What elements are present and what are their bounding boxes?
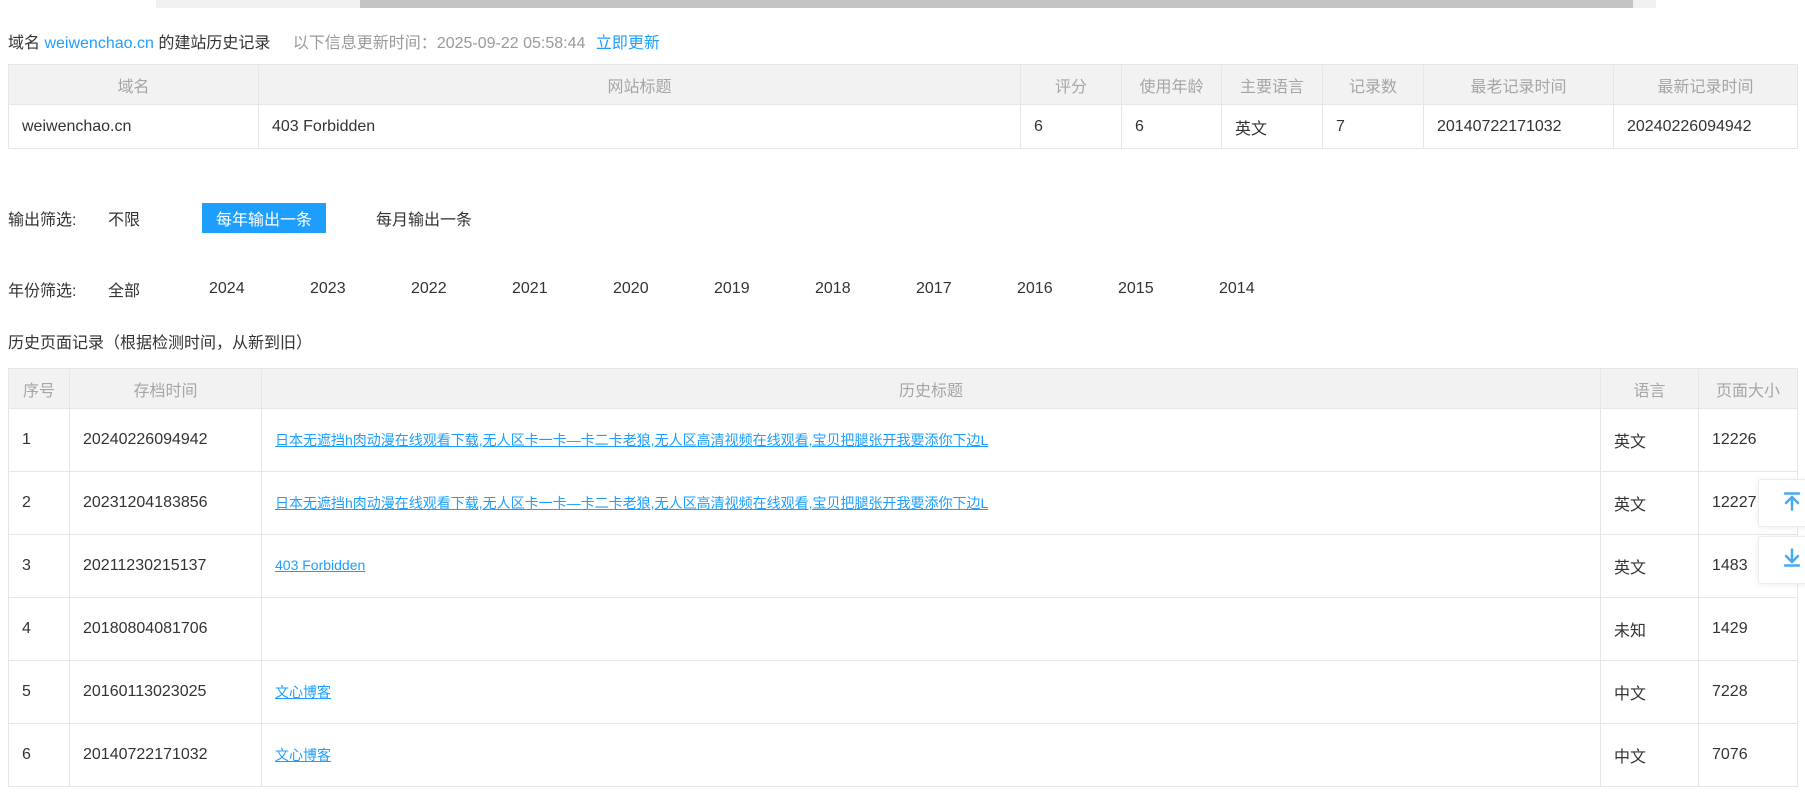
summary-oldest-record: 20140722171032 [1423,104,1614,149]
page-language: 未知 [1600,597,1699,661]
history-row: 3 20211230215137 403 Forbidden 英文 1483 [8,534,1798,598]
year-filter-label: 年份筛选: [8,283,77,300]
year-filter-option-2015[interactable]: 2015 [1118,280,1219,298]
summary-header-site-title: 网站标题 [258,64,1021,105]
scroll-to-top-button[interactable] [1758,479,1805,527]
archive-time: 20160113023025 [69,660,262,724]
update-time: 2025-09-22 05:58:44 [436,35,586,52]
summary-header-newest: 最新记录时间 [1613,64,1798,105]
year-filter-option-2016[interactable]: 2016 [1017,280,1118,298]
output-filter-option-unlimited[interactable]: 不限 [108,206,140,230]
history-row: 5 20160113023025 文心博客 中文 7228 [8,660,1798,724]
history-row: 4 20180804081706 未知 1429 [8,597,1798,661]
row-index: 5 [8,660,70,724]
summary-table: 域名 网站标题 评分 使用年龄 主要语言 记录数 最老记录时间 最新记录时间 w… [8,64,1798,149]
summary-header-language: 主要语言 [1221,64,1323,105]
summary-header-age: 使用年龄 [1121,64,1222,105]
row-index: 6 [8,723,70,787]
row-index: 3 [8,534,70,598]
output-filter-row: 输出筛选: 不限 每年输出一条 每月输出一条 [8,203,472,233]
year-filter-option-2019[interactable]: 2019 [714,280,815,298]
history-title-link[interactable]: 日本无遮挡h肉动漫在线观看下载,无人区卡一卡—卡二卡老狼,无人区高清视频在线观看… [275,495,988,511]
title-suffix: 的建站历史记录 [158,35,271,52]
summary-data-row: weiwenchao.cn 403 Forbidden 6 6 英文 7 201… [8,104,1798,149]
summary-score: 6 [1020,104,1122,149]
page-size: 12226 [1698,408,1798,472]
history-header-lang: 语言 [1600,368,1699,409]
output-filter-option-yearly[interactable]: 每年输出一条 [202,203,327,233]
page-language: 英文 [1600,534,1699,598]
year-filter-option-2018[interactable]: 2018 [815,280,916,298]
archive-time: 20140722171032 [69,723,262,787]
output-filter-option-monthly[interactable]: 每月输出一条 [376,206,472,230]
scroll-to-bottom-button[interactable] [1758,536,1805,584]
page-language: 中文 [1600,660,1699,724]
history-header-row: 序号 存档时间 历史标题 语言 页面大小 [8,368,1798,409]
page-title: 域名 weiwenchao.cn 的建站历史记录 以下信息更新时间：2025-0… [8,29,660,53]
history-header-index: 序号 [8,368,70,409]
row-index: 2 [8,471,70,535]
history-heading: 历史页面记录（根据检测时间，从新到旧） [8,335,313,352]
summary-header-record-count: 记录数 [1322,64,1424,105]
year-filter-option-2017[interactable]: 2017 [916,280,1017,298]
output-filter-label: 输出筛选: [8,212,77,229]
summary-header-row: 域名 网站标题 评分 使用年龄 主要语言 记录数 最老记录时间 最新记录时间 [8,64,1798,105]
history-row: 6 20140722171032 文心博客 中文 7076 [8,723,1798,787]
summary-age: 6 [1121,104,1222,149]
history-header-size: 页面大小 [1698,368,1798,409]
summary-record-count: 7 [1322,104,1424,149]
year-filter-option-all[interactable]: 全部 [108,277,209,301]
page-size: 7076 [1698,723,1798,787]
history-row: 1 20240226094942 日本无遮挡h肉动漫在线观看下载,无人区卡一卡—… [8,408,1798,472]
history-title-link[interactable]: 文心博客 [275,684,331,700]
summary-newest-record: 20240226094942 [1613,104,1798,149]
domain-history-page: { "colors": { "accent": "#1E9FFF", "link… [0,0,1805,799]
summary-header-domain: 域名 [8,64,259,105]
row-index: 4 [8,597,70,661]
history-table: 序号 存档时间 历史标题 语言 页面大小 1 20240226094942 日本… [8,368,1798,787]
archive-time: 20180804081706 [69,597,262,661]
history-title-link[interactable]: 文心博客 [275,747,331,763]
summary-domain: weiwenchao.cn [8,104,259,149]
archive-time: 20231204183856 [69,471,262,535]
page-language: 中文 [1600,723,1699,787]
domain-label: 域名 [8,35,41,52]
year-filter-option-2022[interactable]: 2022 [411,280,512,298]
year-filter-option-2020[interactable]: 2020 [613,280,714,298]
page-size: 7228 [1698,660,1798,724]
page-size: 1429 [1698,597,1798,661]
history-header-time: 存档时间 [69,368,262,409]
summary-language: 英文 [1221,104,1323,149]
arrow-up-to-bar-icon [1759,490,1803,517]
update-time-label: 以下信息更新时间： [292,35,437,52]
year-filter-option-2023[interactable]: 2023 [310,280,411,298]
year-filter-option-2021[interactable]: 2021 [512,280,613,298]
page-language: 英文 [1600,471,1699,535]
year-filter-row: 年份筛选: 全部 2024 2023 2022 2021 2020 2019 2… [8,276,1320,302]
summary-header-score: 评分 [1020,64,1122,105]
archive-time: 20211230215137 [69,534,262,598]
arrow-down-to-bar-icon [1759,547,1803,574]
update-now-link[interactable]: 立即更新 [596,35,660,52]
year-filter-option-2014[interactable]: 2014 [1219,280,1320,298]
domain-link[interactable]: weiwenchao.cn [44,35,153,52]
archive-time: 20240226094942 [69,408,262,472]
summary-header-oldest: 最老记录时间 [1423,64,1614,105]
page-language: 英文 [1600,408,1699,472]
summary-site-title: 403 Forbidden [258,104,1021,149]
year-filter-option-2024[interactable]: 2024 [209,280,310,298]
history-row: 2 20231204183856 日本无遮挡h肉动漫在线观看下载,无人区卡一卡—… [8,471,1798,535]
row-index: 1 [8,408,70,472]
horizontal-scrollbar-thumb[interactable] [360,0,1633,8]
history-title-link[interactable]: 日本无遮挡h肉动漫在线观看下载,无人区卡一卡—卡二卡老狼,无人区高清视频在线观看… [275,432,988,448]
history-header-title: 历史标题 [261,368,1601,409]
history-title-link[interactable]: 403 Forbidden [275,557,365,573]
horizontal-scrollbar-track[interactable] [156,0,1656,8]
